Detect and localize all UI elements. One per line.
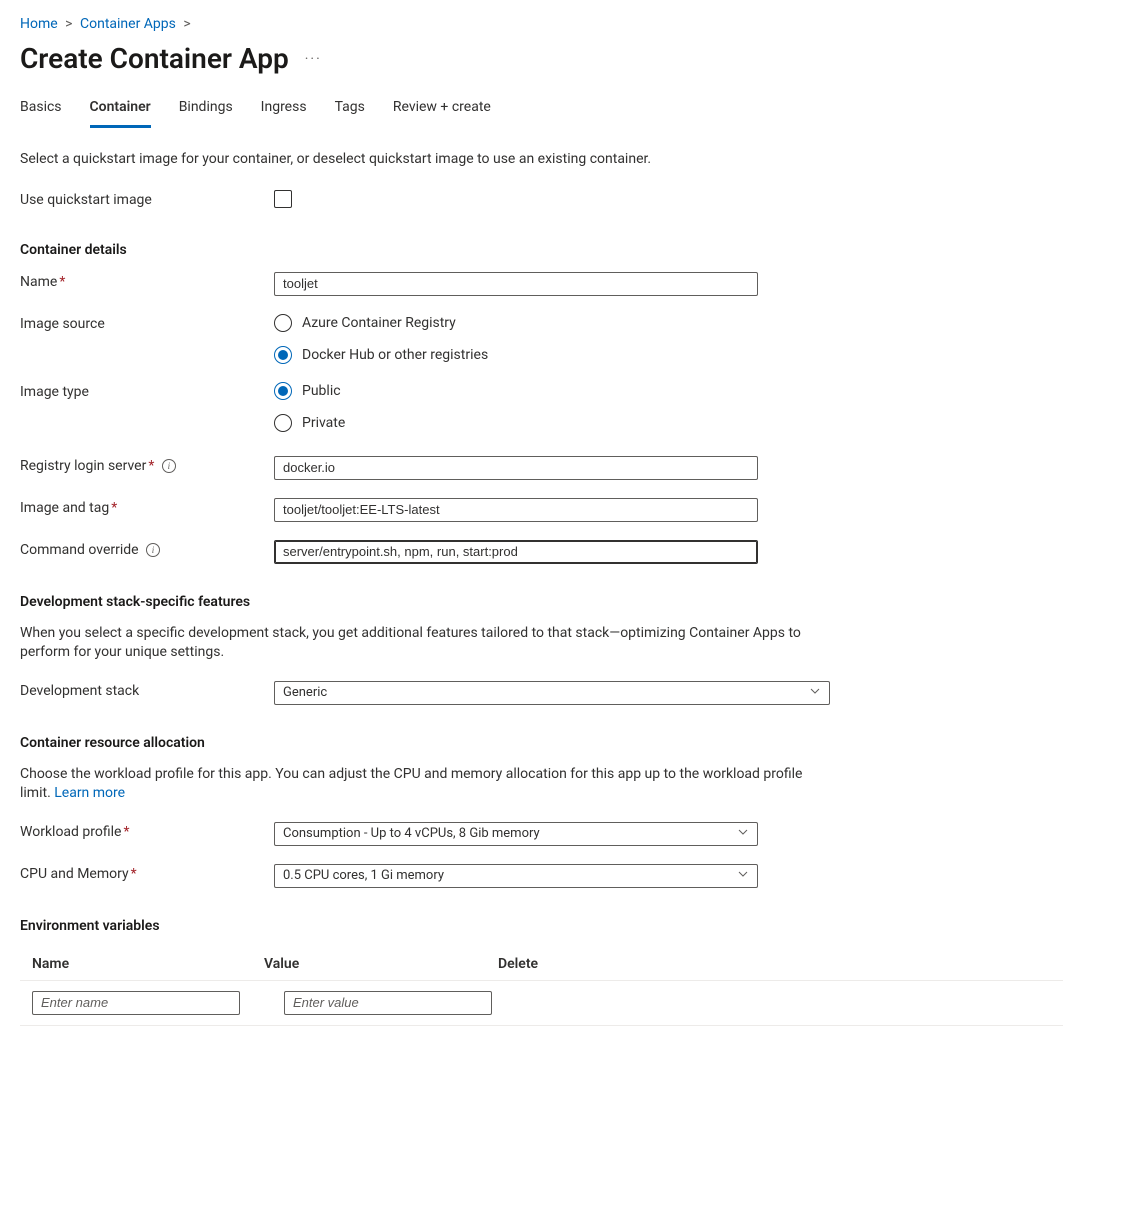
chevron-down-icon: [737, 868, 749, 884]
required-indicator: *: [59, 274, 65, 290]
label-workload-profile: Workload profile*: [20, 822, 274, 840]
info-icon[interactable]: i: [146, 543, 160, 557]
breadcrumb-container-apps[interactable]: Container Apps: [80, 16, 176, 32]
env-vars-table: Name Value Delete: [20, 948, 1063, 1026]
use-quickstart-checkbox[interactable]: [274, 190, 292, 208]
env-header-delete: Delete: [498, 956, 598, 972]
info-icon[interactable]: i: [162, 459, 176, 473]
radio-private[interactable]: [274, 414, 292, 432]
required-indicator: *: [131, 866, 137, 882]
env-var-row: [20, 981, 1063, 1026]
chevron-down-icon: [737, 826, 749, 842]
page-title: Create Container App: [20, 42, 289, 75]
label-registry-login-server: Registry login server* i: [20, 456, 274, 474]
development-stack-value: Generic: [283, 685, 327, 700]
radio-docker-hub-label[interactable]: Docker Hub or other registries: [302, 347, 488, 363]
label-command-override: Command override i: [20, 540, 274, 558]
cpu-memory-select[interactable]: 0.5 CPU cores, 1 Gi memory: [274, 864, 758, 888]
label-cpu-memory: CPU and Memory*: [20, 864, 274, 882]
heading-environment-variables: Environment variables: [20, 918, 1127, 934]
env-header-value: Value: [264, 956, 498, 972]
workload-profile-select[interactable]: Consumption - Up to 4 vCPUs, 8 Gib memor…: [274, 822, 758, 846]
tab-basics[interactable]: Basics: [20, 99, 62, 128]
tab-container[interactable]: Container: [90, 99, 151, 128]
tab-tags[interactable]: Tags: [335, 99, 365, 128]
breadcrumb: Home > Container Apps >: [20, 16, 1127, 32]
required-indicator: *: [111, 500, 117, 516]
chevron-down-icon: [809, 685, 821, 701]
desc-resource-allocation: Choose the workload profile for this app…: [20, 765, 830, 804]
label-use-quickstart: Use quickstart image: [20, 190, 274, 208]
label-development-stack: Development stack: [20, 681, 274, 699]
heading-resource-allocation: Container resource allocation: [20, 735, 1127, 751]
chevron-right-icon: >: [183, 16, 190, 32]
env-header-name: Name: [32, 956, 264, 972]
env-name-input[interactable]: [32, 991, 240, 1015]
chevron-right-icon: >: [65, 16, 72, 32]
learn-more-link[interactable]: Learn more: [54, 785, 125, 801]
radio-public[interactable]: [274, 382, 292, 400]
intro-text: Select a quickstart image for your conta…: [20, 150, 1127, 170]
tab-ingress[interactable]: Ingress: [261, 99, 307, 128]
radio-acr-label[interactable]: Azure Container Registry: [302, 315, 456, 331]
radio-private-label[interactable]: Private: [302, 415, 345, 431]
breadcrumb-home[interactable]: Home: [20, 16, 58, 32]
desc-dev-stack: When you select a specific development s…: [20, 624, 830, 663]
required-indicator: *: [123, 824, 129, 840]
registry-login-server-input[interactable]: [274, 456, 758, 480]
more-actions-button[interactable]: ···: [305, 51, 322, 67]
radio-acr[interactable]: [274, 314, 292, 332]
required-indicator: *: [148, 458, 154, 474]
radio-docker-hub[interactable]: [274, 346, 292, 364]
name-input[interactable]: [274, 272, 758, 296]
cpu-memory-value: 0.5 CPU cores, 1 Gi memory: [283, 868, 444, 883]
label-image-and-tag: Image and tag*: [20, 498, 274, 516]
env-value-input[interactable]: [284, 991, 492, 1015]
label-image-type: Image type: [20, 382, 274, 400]
label-name: Name*: [20, 272, 274, 290]
tab-bindings[interactable]: Bindings: [179, 99, 233, 128]
radio-public-label[interactable]: Public: [302, 383, 341, 399]
heading-container-details: Container details: [20, 242, 1127, 258]
command-override-input[interactable]: [274, 540, 758, 564]
tabs: Basics Container Bindings Ingress Tags R…: [20, 99, 1127, 128]
label-image-source: Image source: [20, 314, 274, 332]
workload-profile-value: Consumption - Up to 4 vCPUs, 8 Gib memor…: [283, 826, 540, 841]
image-and-tag-input[interactable]: [274, 498, 758, 522]
development-stack-select[interactable]: Generic: [274, 681, 830, 705]
heading-dev-stack: Development stack-specific features: [20, 594, 1127, 610]
tab-review[interactable]: Review + create: [393, 99, 491, 128]
